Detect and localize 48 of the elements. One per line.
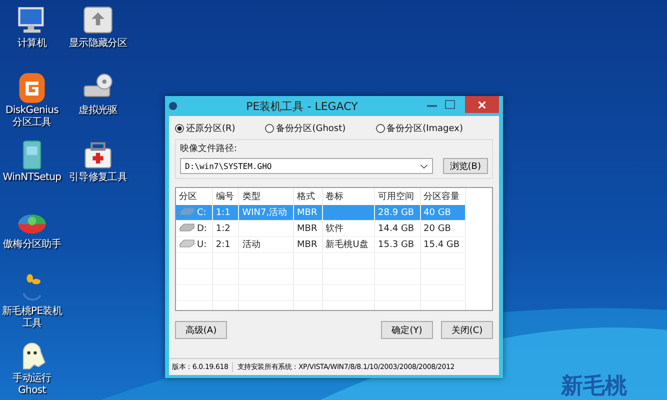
close-button[interactable] (465, 96, 499, 113)
table-cell: MBR (297, 240, 318, 250)
table-cell: 2:1 (216, 240, 230, 250)
table-cell: D: (197, 224, 207, 234)
table-cell: 28.9 GB (378, 208, 414, 218)
radio-button[interactable] (265, 124, 274, 133)
table-cell: C: (197, 208, 206, 218)
table-cell: 15.3 GB (378, 240, 414, 250)
close-icon (478, 100, 486, 108)
radio-button[interactable] (175, 124, 184, 133)
radio-label[interactable]: 还原分区(R) (186, 122, 236, 135)
app-icon (169, 102, 177, 110)
close-dialog-button[interactable]: 关闭(C) (441, 321, 493, 339)
table-row[interactable]: U: 2:1 活动 MBR 新毛桃U盘 15.3 GB 15.4 GB (176, 236, 466, 252)
window-title: PE装机工具 - LEGACY (245, 98, 359, 114)
table-cell: MBR (297, 208, 318, 218)
advanced-button[interactable]: 高级(A) (175, 321, 227, 339)
desktop-icon-label[interactable]: WinNTSetup (0, 172, 64, 184)
table-cell: 软件 (326, 224, 344, 234)
desktop-icon-label[interactable]: 虚拟光驱 (66, 105, 130, 117)
desktop-icon-label[interactable]: 计算机 (0, 38, 64, 50)
table-cell: 1:1 (216, 208, 230, 218)
browse-button[interactable]: 浏览(B) (442, 158, 488, 174)
table-cell: 活动 (242, 240, 260, 250)
radio-button[interactable] (376, 124, 385, 133)
table-cell: 新毛桃U盘 (326, 240, 368, 250)
desktop-icon-label[interactable]: 显示隐藏分区 (66, 38, 130, 50)
field-label: 映像文件路径: (180, 142, 238, 155)
desktop-icon-label[interactable]: 新毛桃PE装机工具 (0, 306, 64, 330)
table-cell: 15.4 GB (424, 240, 460, 250)
table-cell: U: (197, 240, 207, 250)
table-cell: 20 GB (424, 224, 451, 234)
table-row[interactable]: D: 1:2 MBR 软件 14.4 GB 20 GB (176, 220, 466, 236)
path-dropdown[interactable]: D:\win7\SYSTEM.GHO (180, 158, 433, 174)
table-cell: 14.4 GB (378, 224, 414, 234)
table-cell: WIN7,活动 (242, 208, 288, 218)
desktop-icon-label[interactable]: DiskGenius 分区工具 (0, 105, 64, 129)
radio-label[interactable]: 备份分区(Imagex) (386, 122, 463, 135)
ok-button[interactable]: 确定(Y) (381, 321, 433, 339)
desktop-icon-label[interactable]: 傲梅分区助手 (0, 239, 64, 251)
desktop-icon-label[interactable]: 引导修复工具 (66, 172, 130, 184)
table-cell: 40 GB (424, 208, 451, 218)
radio-label[interactable]: 备份分区(Ghost) (276, 122, 346, 135)
desktop-icon-label[interactable]: 手动运行 Ghost (0, 373, 64, 397)
table-cell: 1:2 (216, 224, 230, 234)
maximize-button[interactable] (445, 100, 455, 109)
table-cell: MBR (297, 224, 318, 234)
wallpaper-logo-text: 新毛桃 (561, 374, 627, 399)
